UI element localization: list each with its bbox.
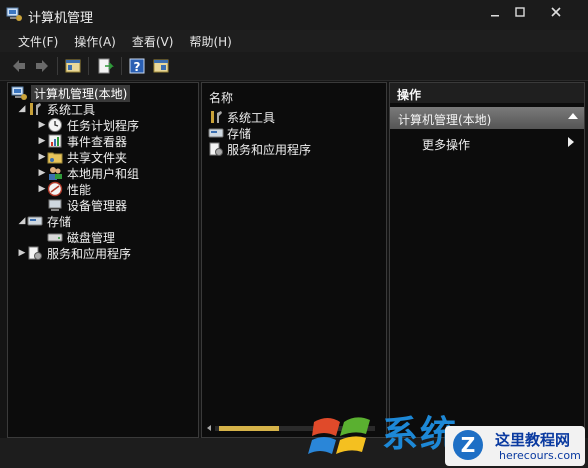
collapsed-arrow-icon[interactable]: ▶ [37,136,47,146]
minimize-icon [491,15,499,17]
event-viewer-icon [48,134,62,148]
tree-item-shared-folders[interactable]: ▶ 共享文件夹 [37,149,127,165]
actions-title: 操作 [397,88,422,102]
services-icon [209,142,223,156]
list-item-label: 服务和应用程序 [227,142,312,157]
actions-section-header[interactable]: 计算机管理(本地) [390,107,584,129]
actions-section-title: 计算机管理(本地) [398,113,492,127]
properties-icon[interactable] [152,57,170,75]
site-url: herecours.com [499,449,581,462]
tree-item-root[interactable]: 计算机管理(本地) [11,84,131,102]
computer-management-icon [11,86,27,100]
services-icon [28,246,42,260]
collapsed-arrow-icon[interactable]: ▶ [37,184,47,194]
collapsed-arrow-icon[interactable]: ▶ [37,152,47,162]
toolbar-separator [57,57,58,75]
maximize-icon [515,7,525,17]
tree-item-device-manager[interactable]: 设备管理器 [47,197,127,213]
tree-item-local-users[interactable]: ▶ 本地用户和组 [37,165,139,181]
collapsed-arrow-icon[interactable]: ▶ [17,248,27,258]
toolbar-separator [121,57,122,75]
more-actions-link[interactable]: 更多操作 [422,136,470,153]
computer-management-icon [6,7,22,21]
scrollbar-thumb[interactable] [219,426,279,431]
tree-item-label: 计算机管理(本地) [31,84,131,102]
expanded-arrow-icon[interactable]: ◢ [17,216,27,226]
tree-item-services[interactable]: ▶ 服务和应用程序 [17,245,131,261]
maximize-button[interactable] [511,6,529,22]
title-bar: 计算机管理 [0,0,588,30]
collapsed-arrow-icon[interactable]: ▶ [37,168,47,178]
export-list-icon[interactable] [96,57,114,75]
tree-item-label: 设备管理器 [67,198,128,213]
expanded-arrow-icon[interactable]: ◢ [17,104,27,114]
site-logo-icon: Z [453,430,483,460]
collapse-arrow-icon[interactable] [568,113,578,119]
tree-item-label: 存储 [47,214,72,229]
tree-item-label: 磁盘管理 [67,230,116,245]
menu-action[interactable]: 操作(A) [74,33,116,50]
list-item-label: 系统工具 [227,110,276,125]
back-arrow-icon[interactable] [10,57,28,75]
tools-icon [211,111,222,123]
storage-icon [208,128,224,138]
list-item[interactable]: 存储 [208,125,251,141]
tree-item-label: 共享文件夹 [67,150,128,165]
actions-header: 操作 [390,83,584,103]
storage-icon [27,216,43,226]
tree-item-performance[interactable]: ▶ 性能 [37,181,91,197]
windows-logo-watermark [308,417,370,454]
tree-item-disk-management[interactable]: 磁盘管理 [47,229,115,245]
console-tree-icon[interactable] [64,57,82,75]
tree-item-label: 服务和应用程序 [47,246,132,261]
tree-item-storage[interactable]: ◢ 存储 [17,213,71,229]
toolbar-separator [88,57,89,75]
minimize-button[interactable] [486,6,504,22]
users-icon [49,167,62,180]
help-icon[interactable]: ? [128,57,146,75]
disk-icon [47,233,63,242]
site-name: 这里教程网 [495,431,571,449]
toolbar: ? [0,52,588,81]
tree-item-system-tools[interactable]: ◢ 系统工具 [17,101,95,117]
site-watermark-badge: Z 这里教程网 herecours.com [445,426,585,466]
close-icon [551,7,561,17]
tree-item-label: 性能 [67,182,92,197]
close-button[interactable] [547,6,565,22]
submenu-arrow-icon[interactable] [568,137,574,147]
performance-icon [47,181,63,197]
menu-view[interactable]: 查看(V) [132,33,174,50]
tree-item-label: 事件查看器 [67,134,128,149]
svg-text:?: ? [134,60,141,74]
tree-item-label: 系统工具 [47,102,96,117]
menu-file[interactable]: 文件(F) [18,33,58,50]
forward-arrow-icon[interactable] [33,57,51,75]
clock-icon [48,118,62,132]
device-manager-icon [48,199,62,211]
window-title: 计算机管理 [28,11,94,26]
tools-icon [30,103,41,115]
list-item-label: 存储 [227,126,252,141]
console-tree-pane[interactable]: 计算机管理(本地) ◢ 系统工具 ▶ 任务计划程序 ▶ 事件查看器 ▶ 共享文件… [7,82,199,438]
list-item[interactable]: 服务和应用程序 [208,141,311,157]
tree-item-label: 任务计划程序 [67,118,140,133]
shared-folder-icon [47,152,63,164]
column-header-name[interactable]: 名称 [209,89,233,106]
menu-help[interactable]: 帮助(H) [189,33,231,50]
list-item[interactable]: 系统工具 [208,109,275,125]
scroll-left-icon[interactable] [207,425,211,431]
collapsed-arrow-icon[interactable]: ▶ [37,120,47,130]
menu-bar: 文件(F) 操作(A) 查看(V) 帮助(H) [0,30,588,52]
tree-item-event-viewer[interactable]: ▶ 事件查看器 [37,133,127,149]
tree-item-label: 本地用户和组 [67,166,140,181]
results-pane[interactable]: 名称 系统工具 存储 服务和应用程序 [201,82,387,438]
tree-item-task-scheduler[interactable]: ▶ 任务计划程序 [37,117,139,133]
actions-pane: 操作 计算机管理(本地) 更多操作 [389,82,585,438]
